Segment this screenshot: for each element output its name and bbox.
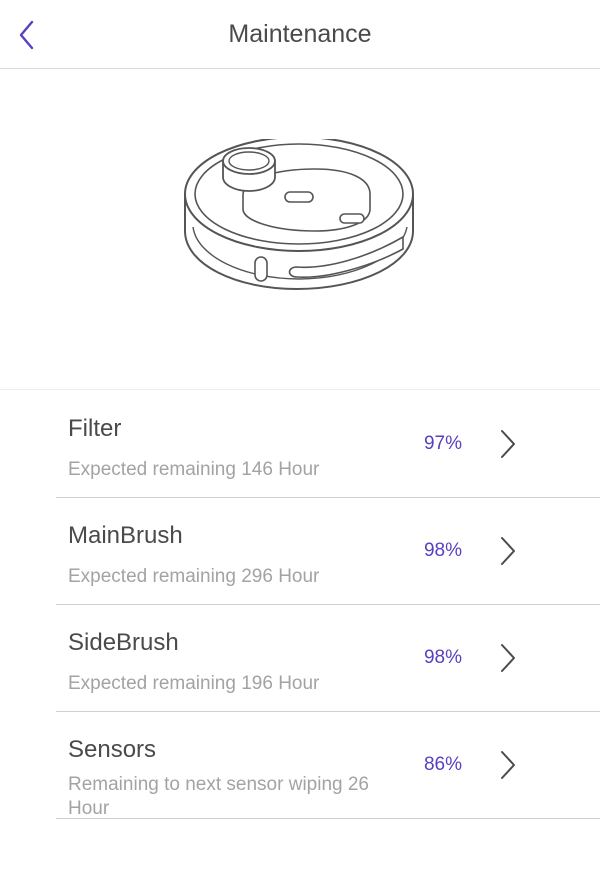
maintenance-item-filter[interactable]: Filter Expected remaining 146 Hour 97%	[56, 390, 600, 498]
item-remaining: Expected remaining 296 Hour	[68, 566, 320, 587]
item-percent: 98%	[423, 647, 462, 668]
item-name: Sensors	[68, 736, 157, 763]
item-remaining: Expected remaining 146 Hour	[68, 459, 320, 480]
item-percent: 98%	[423, 540, 462, 561]
chevron-right-icon	[501, 751, 515, 779]
maintenance-item-sensors[interactable]: Sensors Remaining to next sensor wiping …	[56, 711, 600, 819]
maintenance-item-mainbrush[interactable]: MainBrush Expected remaining 296 Hour 98…	[56, 497, 600, 605]
item-name: SideBrush	[68, 629, 179, 656]
chevron-right-icon	[501, 537, 515, 565]
item-percent: 97%	[423, 433, 462, 454]
item-name: Filter	[68, 415, 122, 442]
robot-vacuum-illustration	[184, 139, 414, 291]
maintenance-item-sidebrush[interactable]: SideBrush Expected remaining 196 Hour 98…	[56, 604, 600, 712]
item-name: MainBrush	[68, 522, 183, 549]
item-remaining: Expected remaining 196 Hour	[68, 673, 320, 694]
item-remaining: Remaining to next sensor wiping 26 Hour	[68, 774, 370, 819]
item-percent: 86%	[423, 754, 462, 775]
device-hero	[0, 69, 600, 390]
page-title: Maintenance	[228, 20, 372, 48]
chevron-right-icon	[501, 644, 515, 672]
header-bar: Maintenance	[0, 0, 600, 69]
chevron-right-icon	[501, 430, 515, 458]
